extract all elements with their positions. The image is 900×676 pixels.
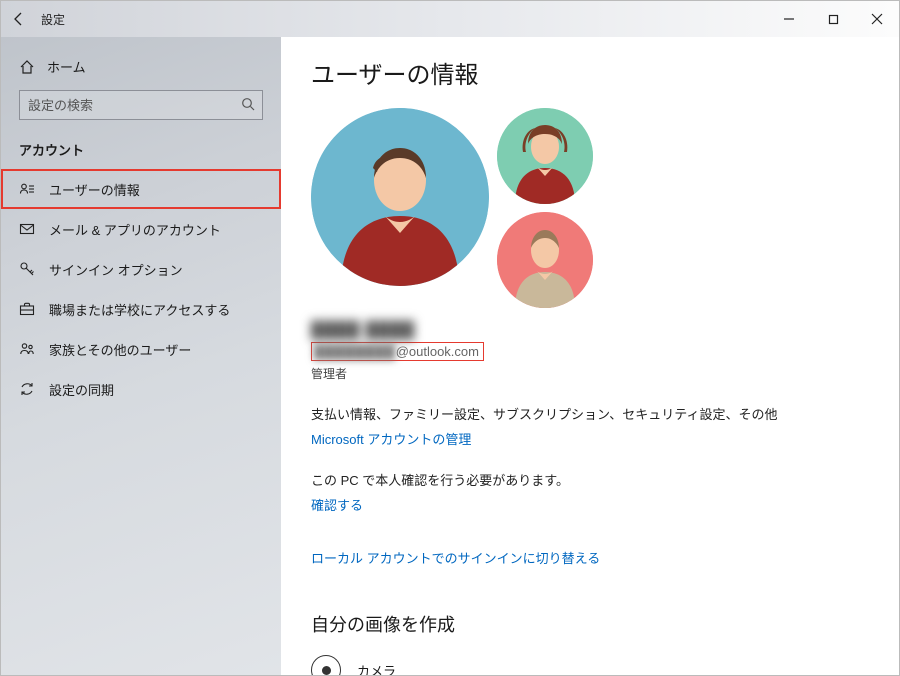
avatar-group: [311, 108, 621, 308]
user-email-highlight: ████████@outlook.com: [311, 342, 484, 361]
user-email-domain: @outlook.com: [396, 344, 479, 359]
sidebar-item-family-users[interactable]: 家族とその他のユーザー: [1, 329, 281, 369]
camera-icon: [311, 655, 341, 675]
people-icon: [19, 341, 35, 357]
sidebar-item-label: 職場または学校にアクセスする: [49, 300, 230, 319]
switch-local-account-link[interactable]: ローカル アカウントでのサインインに切り替える: [311, 548, 869, 567]
create-picture-section-title: 自分の画像を作成: [311, 611, 869, 637]
maximize-button[interactable]: [811, 1, 855, 37]
sidebar-item-your-info[interactable]: ユーザーの情報: [1, 169, 281, 209]
search-field[interactable]: [19, 90, 263, 120]
home-icon: [19, 59, 35, 75]
mail-icon: [19, 221, 35, 237]
search-input[interactable]: [19, 90, 263, 120]
close-button[interactable]: [855, 1, 899, 37]
sidebar: ホーム アカウント ユーザーの情報: [1, 37, 281, 675]
user-email-local: ████████: [314, 344, 396, 359]
user-name: ████ ████: [311, 322, 869, 340]
home-label: ホーム: [47, 57, 86, 76]
avatar-secondary-2[interactable]: [497, 212, 593, 308]
home-nav[interactable]: ホーム: [1, 49, 281, 90]
sidebar-section-header: アカウント: [1, 136, 281, 169]
sidebar-item-label: サインイン オプション: [49, 260, 183, 279]
manage-account-link[interactable]: Microsoft アカウントの管理: [311, 429, 869, 448]
search-icon: [241, 97, 255, 111]
sidebar-item-sync-settings[interactable]: 設定の同期: [1, 369, 281, 409]
camera-option[interactable]: カメラ: [311, 655, 869, 675]
verify-link[interactable]: 確認する: [311, 495, 869, 514]
briefcase-icon: [19, 301, 35, 317]
sidebar-item-label: ユーザーの情報: [49, 180, 140, 199]
sync-icon: [19, 381, 35, 397]
minimize-button[interactable]: [767, 1, 811, 37]
avatar-primary[interactable]: [311, 108, 489, 286]
user-role: 管理者: [311, 365, 869, 382]
page-title: ユーザーの情報: [311, 55, 869, 90]
sidebar-item-label: メール & アプリのアカウント: [49, 220, 221, 239]
account-settings-desc: 支払い情報、ファミリー設定、サブスクリプション、セキュリティ設定、その他: [311, 404, 869, 423]
person-card-icon: [19, 181, 35, 197]
key-icon: [19, 261, 35, 277]
camera-label: カメラ: [357, 661, 396, 676]
verify-text: この PC で本人確認を行う必要があります。: [311, 470, 869, 489]
sidebar-item-signin-options[interactable]: サインイン オプション: [1, 249, 281, 289]
sidebar-item-email-accounts[interactable]: メール & アプリのアカウント: [1, 209, 281, 249]
titlebar: 設定: [1, 1, 899, 37]
sidebar-item-work-school[interactable]: 職場または学校にアクセスする: [1, 289, 281, 329]
main-content: ユーザーの情報: [281, 37, 899, 675]
back-button[interactable]: [1, 1, 37, 37]
sidebar-item-label: 設定の同期: [49, 380, 114, 399]
sidebar-item-label: 家族とその他のユーザー: [49, 340, 191, 359]
window-title: 設定: [37, 11, 65, 28]
avatar-secondary-1[interactable]: [497, 108, 593, 204]
